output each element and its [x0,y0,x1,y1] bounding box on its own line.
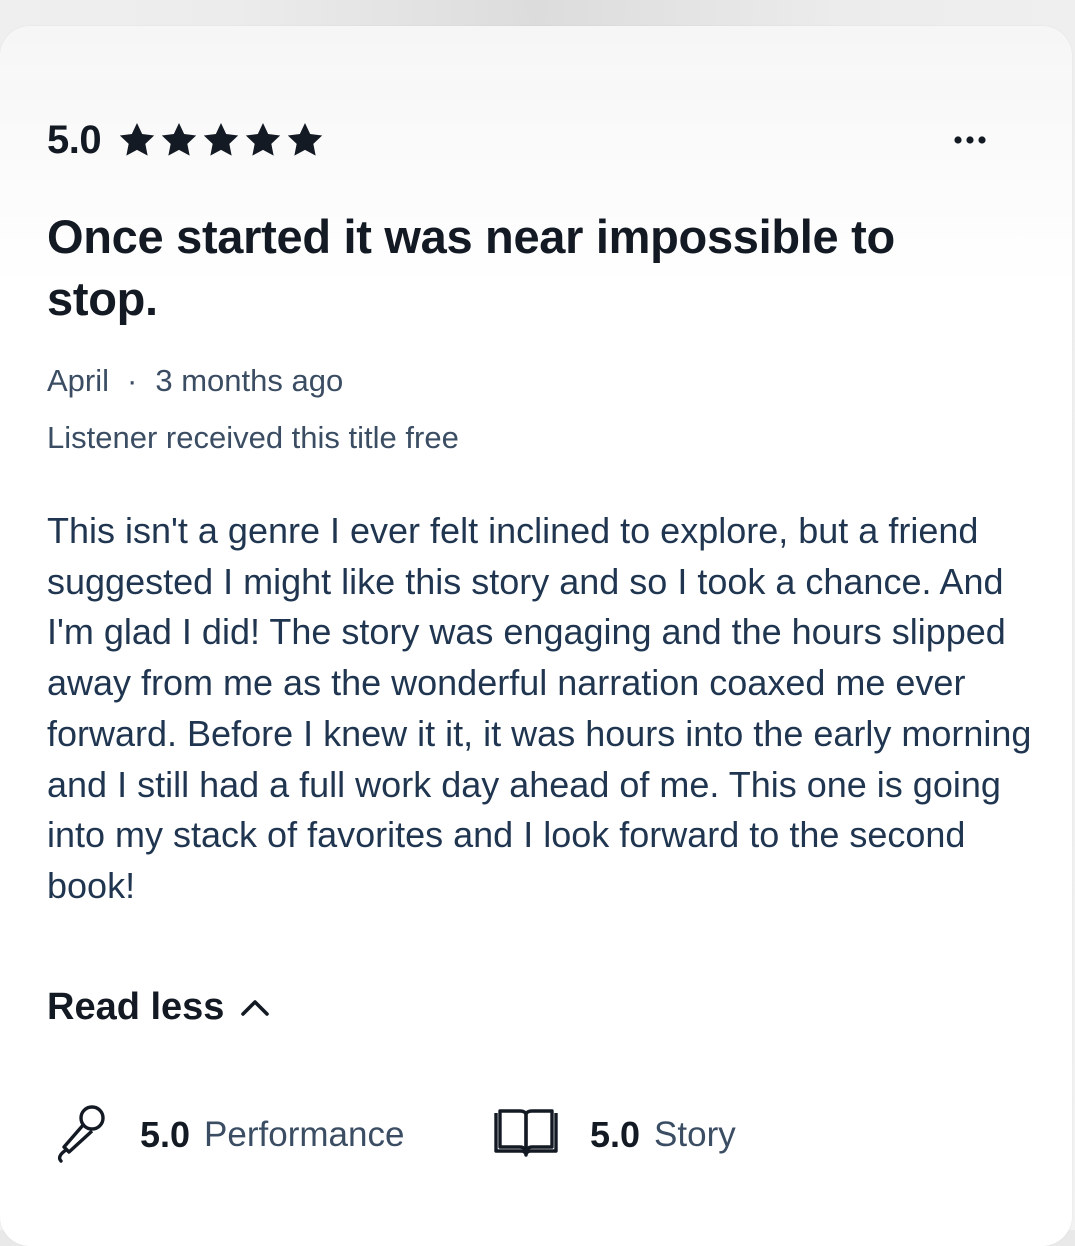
star-icon [285,120,325,160]
star-icon [243,120,283,160]
more-options-button[interactable] [945,120,995,160]
story-score-value: 5.0 [590,1114,641,1155]
star-icon [201,120,241,160]
review-meta: April · 3 months ago [47,360,343,402]
chevron-up-icon [240,998,270,1018]
overall-rating-value: 5.0 [47,117,102,162]
review-date: 3 months ago [155,363,344,398]
performance-score-value: 5.0 [140,1114,191,1155]
review-body: This isn't a genre I ever felt inclined … [47,510,1032,906]
performance-score-label: Performance [204,1115,405,1154]
review-title: Once started it was near impossible to s… [47,210,895,325]
overall-rating: 5.0 [47,112,325,168]
free-title-note: Listener received this title free [47,420,459,455]
book-icon [492,1107,560,1164]
star-rating [117,120,325,160]
story-score: 5.0 Story [492,1100,736,1170]
star-icon [159,120,199,160]
read-less-button[interactable]: Read less [47,986,270,1029]
review-author[interactable]: April [47,360,109,402]
story-score-label: Story [654,1115,736,1154]
microphone-icon [54,1102,110,1169]
meta-separator: · [127,363,138,398]
performance-score: 5.0 Performance [54,1100,404,1170]
read-less-label: Read less [47,986,225,1028]
more-dots-icon [954,136,986,144]
star-icon [117,120,157,160]
